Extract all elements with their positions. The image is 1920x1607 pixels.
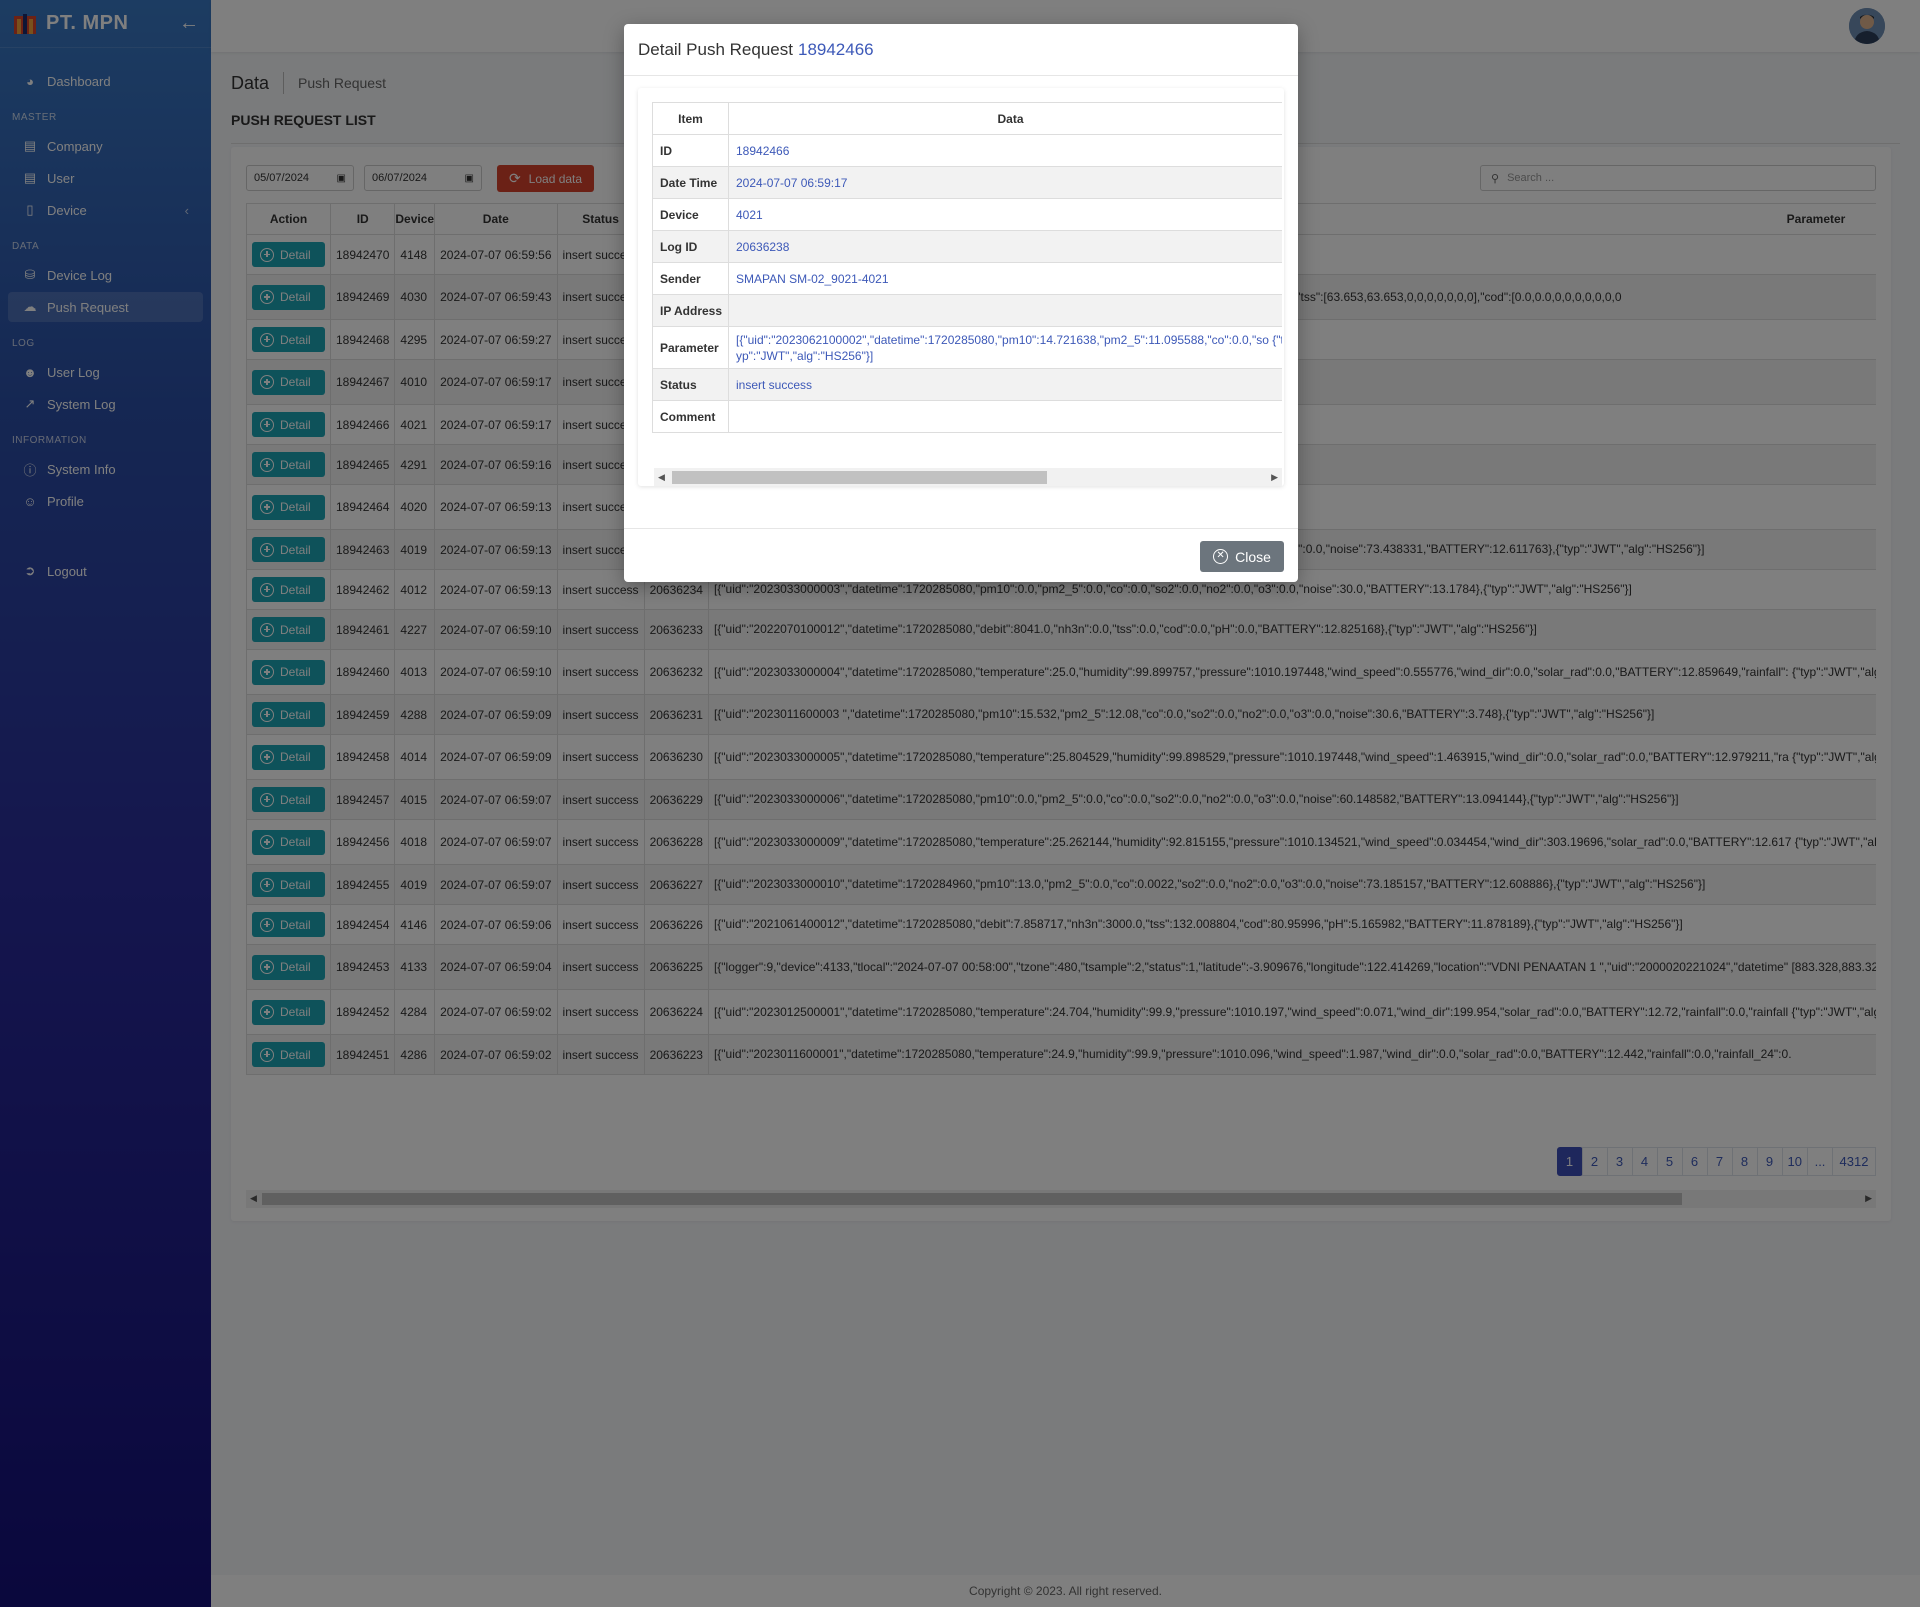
column-header-data: Data — [728, 102, 1282, 135]
detail-row: Status insert success — [652, 368, 1282, 401]
modal-footer: ✕ Close — [624, 528, 1298, 582]
close-icon: ✕ — [1213, 549, 1229, 564]
detail-row: Log ID 20636238 — [652, 230, 1282, 263]
detail-key: Log ID — [652, 230, 729, 263]
detail-key: Date Time — [652, 166, 729, 199]
detail-value — [728, 294, 1282, 327]
detail-modal: Detail Push Request 18942466 Item Data I… — [624, 24, 1298, 582]
detail-row: Device 4021 — [652, 198, 1282, 231]
detail-value: insert success — [728, 368, 1282, 401]
modal-body: Item Data ID 18942466 Date Time 2024-07-07 … — [638, 88, 1284, 486]
modal-header: Detail Push Request 18942466 — [624, 24, 1298, 76]
detail-key: Device — [652, 198, 729, 231]
detail-row: Sender SMAPAN SM-02_9021-4021 — [652, 262, 1282, 295]
detail-row: Comment — [652, 400, 1282, 433]
detail-table: Item Data ID 18942466 Date Time 2024-07-07 … — [652, 102, 1282, 433]
scroll-right-arrow-icon[interactable]: ▶ — [1271, 472, 1278, 483]
detail-table-scroll: Item Data ID 18942466 Date Time 2024-07-07 … — [652, 102, 1282, 465]
close-label: Close — [1235, 548, 1271, 565]
scroll-left-arrow-icon[interactable]: ◀ — [658, 472, 665, 483]
scrollbar-thumb[interactable] — [672, 471, 1047, 484]
detail-value: 4021 — [728, 198, 1282, 231]
detail-value: 20636238 — [728, 230, 1282, 263]
detail-horizontal-scrollbar[interactable]: ◀ ▶ — [654, 468, 1282, 486]
detail-row: Date Time 2024-07-07 06:59:17 — [652, 166, 1282, 199]
detail-value — [728, 400, 1282, 433]
detail-key: Parameter — [652, 326, 729, 369]
detail-value: [{"uid":"2023062100002","datetime":17202… — [728, 326, 1282, 369]
detail-value: 18942466 — [728, 134, 1282, 167]
detail-key: ID — [652, 134, 729, 167]
detail-key: Comment — [652, 400, 729, 433]
close-button[interactable]: ✕ Close — [1200, 541, 1284, 572]
column-header-item: Item — [652, 102, 729, 135]
modal-title: Detail Push Request — [638, 39, 793, 59]
detail-row: Parameter [{"uid":"2023062100002","dateti… — [652, 326, 1282, 369]
detail-value: SMAPAN SM-02_9021-4021 — [728, 262, 1282, 295]
detail-key: Sender — [652, 262, 729, 295]
detail-key: Status — [652, 368, 729, 401]
detail-table-header: Item Data — [652, 102, 1282, 135]
modal-request-id: 18942466 — [797, 39, 874, 59]
detail-row: IP Address — [652, 294, 1282, 327]
detail-row: ID 18942466 — [652, 134, 1282, 167]
detail-key: IP Address — [652, 294, 729, 327]
detail-value: 2024-07-07 06:59:17 — [728, 166, 1282, 199]
